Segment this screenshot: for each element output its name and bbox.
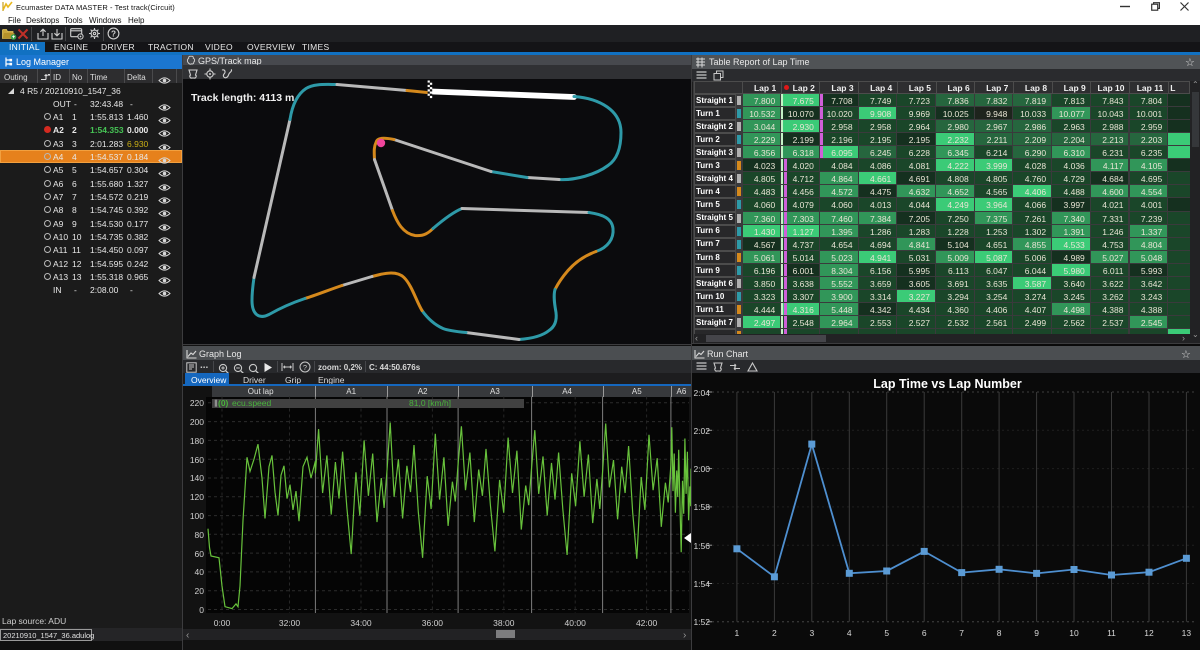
svg-text:?: ? [111, 29, 116, 38]
